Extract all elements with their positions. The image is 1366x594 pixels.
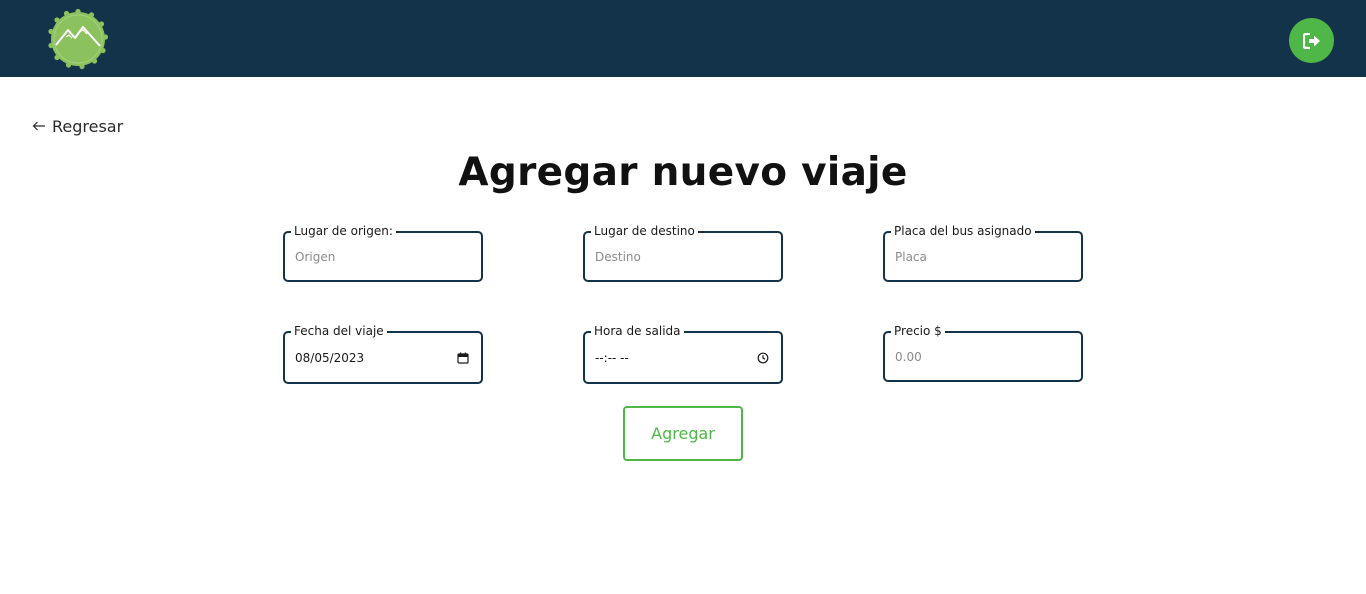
plate-field: Placa del bus asignado [883,223,1083,282]
sign-out-icon [1302,32,1320,49]
back-label: Regresar [52,116,124,136]
add-trip-button[interactable]: Agregar [623,406,743,461]
clock-icon[interactable] [757,352,769,364]
origin-field: Lugar de origen: [283,223,483,282]
back-link[interactable]: Regresar [32,115,123,137]
top-navbar [0,0,1366,77]
calendar-icon[interactable] [457,352,469,364]
date-input[interactable]: 08/05/2023 [295,333,364,382]
mountain-badge-logo-icon[interactable] [46,8,110,70]
destination-field: Lugar de destino [583,223,783,282]
time-input[interactable]: --:-- -- [595,333,629,382]
arrow-left-icon [32,121,45,131]
plate-input[interactable] [895,233,1071,280]
origin-input[interactable] [295,233,471,280]
price-field: Precio $ [883,323,1083,382]
logout-button[interactable] [1289,18,1334,63]
destination-input[interactable] [595,233,771,280]
time-field[interactable]: Hora de salida --:-- -- [583,323,783,384]
price-input[interactable] [895,333,1071,380]
date-field[interactable]: Fecha del viaje 08/05/2023 [283,323,483,384]
page-title: Agregar nuevo viaje [458,150,908,195]
